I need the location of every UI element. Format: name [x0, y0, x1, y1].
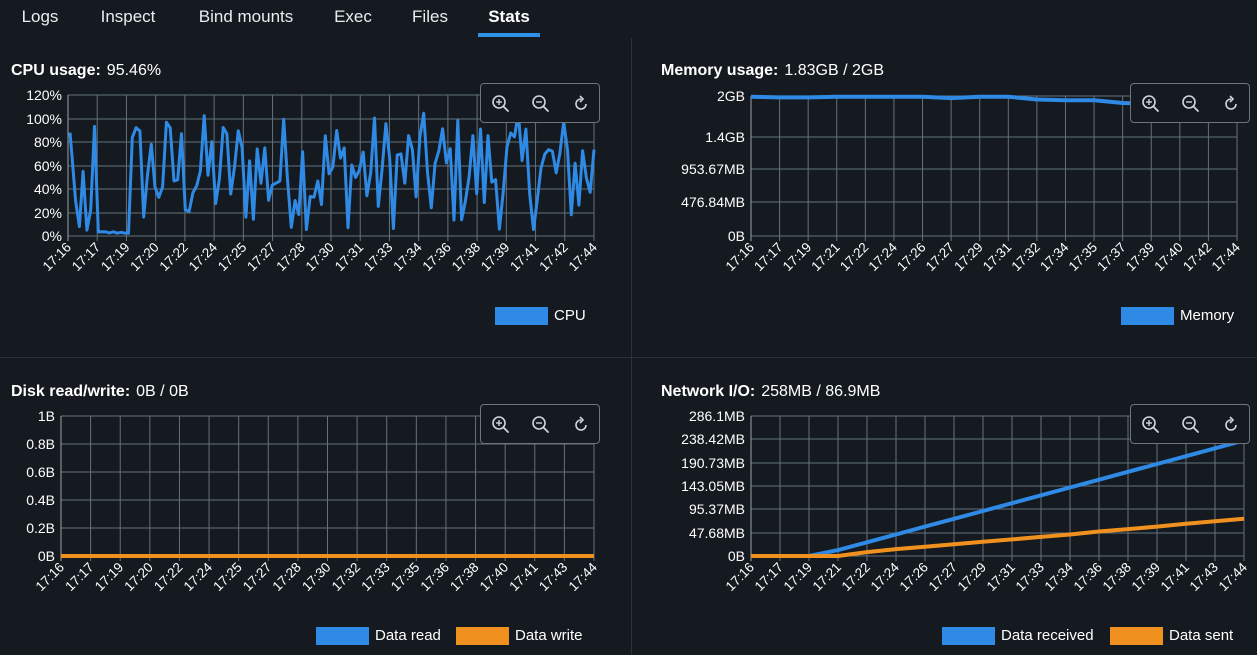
x-tick-label: 17:44	[1216, 559, 1251, 594]
x-tick-label: 17:34	[1042, 559, 1077, 594]
y-tick-label: 0B	[728, 548, 745, 564]
x-tick-label: 17:41	[1158, 560, 1193, 595]
network-chart[interactable]: 0B 47.68MB 95.37MB 143.05MB 190.73MB 238.42MB…	[0, 0, 1257, 655]
x-tick-label: 17:19	[781, 560, 816, 595]
x-tick-label: 17:22	[839, 560, 874, 595]
x-tick-label: 17:43	[1187, 560, 1222, 595]
y-tick-label: 47.68MB	[689, 525, 745, 541]
x-tick-label: 17:31	[984, 560, 1019, 595]
x-tick-label: 17:29	[955, 560, 990, 595]
x-tick-label: 17:21	[810, 560, 845, 595]
zoom-out-icon[interactable]	[1179, 413, 1203, 437]
x-tick-label: 17:27	[926, 560, 961, 595]
y-tick-label: 143.05MB	[681, 478, 745, 494]
series-data-sent-line	[751, 516, 1245, 558]
legend-label: Data received	[1001, 627, 1094, 644]
network-chart-toolbar	[1130, 404, 1250, 444]
x-tick-label: 17:38	[1100, 560, 1135, 595]
legend-swatch	[1110, 627, 1163, 645]
x-tick-label: 17:26	[897, 560, 932, 595]
legend-label: Data sent	[1169, 627, 1234, 644]
network-legend: Data received Data sent	[942, 626, 1252, 646]
x-tick-label: 17:36	[1071, 560, 1106, 595]
zoom-in-icon[interactable]	[1139, 413, 1163, 437]
x-tick-label: 17:17	[752, 560, 787, 595]
reset-icon[interactable]	[1219, 413, 1243, 437]
x-tick-label: 17:16	[723, 560, 758, 595]
x-tick-label: 17:24	[868, 559, 903, 594]
y-tick-label: 238.42MB	[681, 431, 745, 447]
y-tick-label: 286.1MB	[689, 408, 745, 424]
legend-swatch	[942, 627, 995, 645]
y-tick-label: 95.37MB	[689, 501, 745, 517]
y-tick-label: 190.73MB	[681, 455, 745, 471]
x-tick-label: 17:33	[1013, 560, 1048, 595]
x-tick-label: 17:39	[1129, 560, 1164, 595]
